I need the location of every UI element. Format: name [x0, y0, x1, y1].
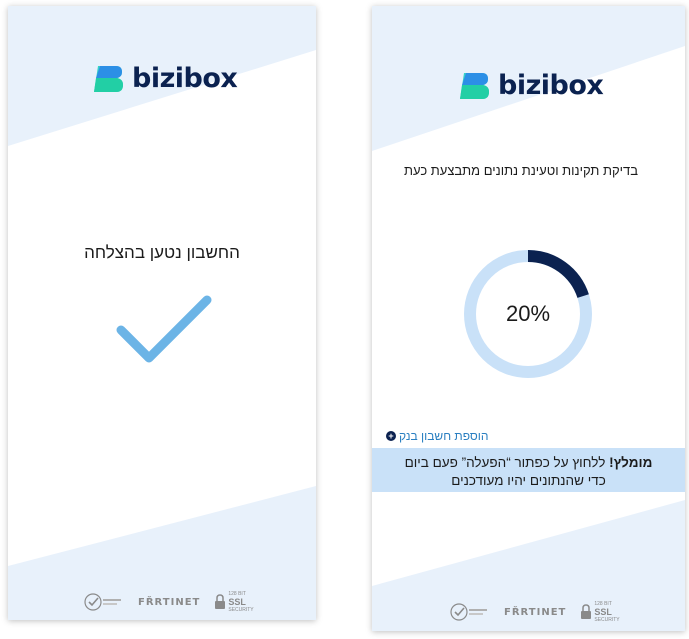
verified-badge-icon [450, 603, 490, 621]
brand-name: bizibox [498, 70, 604, 101]
verified-badge-icon [84, 593, 124, 611]
brand-name: bizibox [132, 63, 238, 94]
recommendation-banner: מומלץ! ללחוץ על כפתור “הפעלה” פעם ביום כ… [372, 448, 685, 492]
plus-icon: + [386, 431, 396, 441]
add-bank-account-label: הוספת חשבון בנק [399, 429, 489, 443]
recommendation-bold: מומלץ! [609, 455, 653, 470]
success-title: החשבון נטען בהצלחה [84, 243, 240, 262]
bizibox-logo: bizibox [92, 63, 238, 94]
recommendation-line-1: מומלץ! ללחוץ על כפתור “הפעלה” פעם ביום [372, 454, 685, 472]
bizibox-logo-icon [94, 65, 123, 92]
ssl-lock-icon: 128 BIT SSL SECURITY [214, 591, 254, 613]
loading-screen: bizibox בדיקת תקינות וטעינת נתונים מתבצע… [372, 6, 685, 631]
fortinet-label: FŘRTINET [138, 596, 201, 608]
ssl-security: SECURITY [594, 617, 620, 623]
bizibox-logo-icon [460, 72, 489, 99]
fortinet-label: FŘRTINET [504, 606, 567, 618]
progress-percent: 20% [505, 301, 551, 326]
ssl-label: SSL [228, 597, 246, 607]
fortinet-logo-icon: FŘRTINET [504, 607, 566, 618]
bizibox-logo: bizibox [458, 70, 604, 101]
fortinet-logo-icon: FŘRTINET [138, 597, 200, 608]
ssl-lock-icon: 128 BIT SSL SECURITY [580, 601, 620, 623]
recommendation-line-2: כדי שהנתונים יהיו מעודכנים [451, 473, 606, 488]
ssl-label: SSL [594, 607, 612, 617]
recommendation-text: ללחוץ על כפתור “הפעלה” פעם ביום [404, 455, 610, 470]
security-badges: FŘRTINET 128 BIT SSL SECURITY [450, 601, 620, 623]
security-badges: FŘRTINET 128 BIT SSL SECURITY [84, 591, 254, 613]
checkmark-icon [116, 295, 212, 363]
add-bank-account-link[interactable]: הוספת חשבון בנק + [386, 429, 489, 443]
ssl-security: SECURITY [228, 607, 254, 613]
success-screen: bizibox החשבון נטען בהצלחה FŘRTINET 128 … [8, 6, 316, 620]
loading-status-text: בדיקת תקינות וטעינת נתונים מתבצעת כעת [404, 163, 638, 178]
